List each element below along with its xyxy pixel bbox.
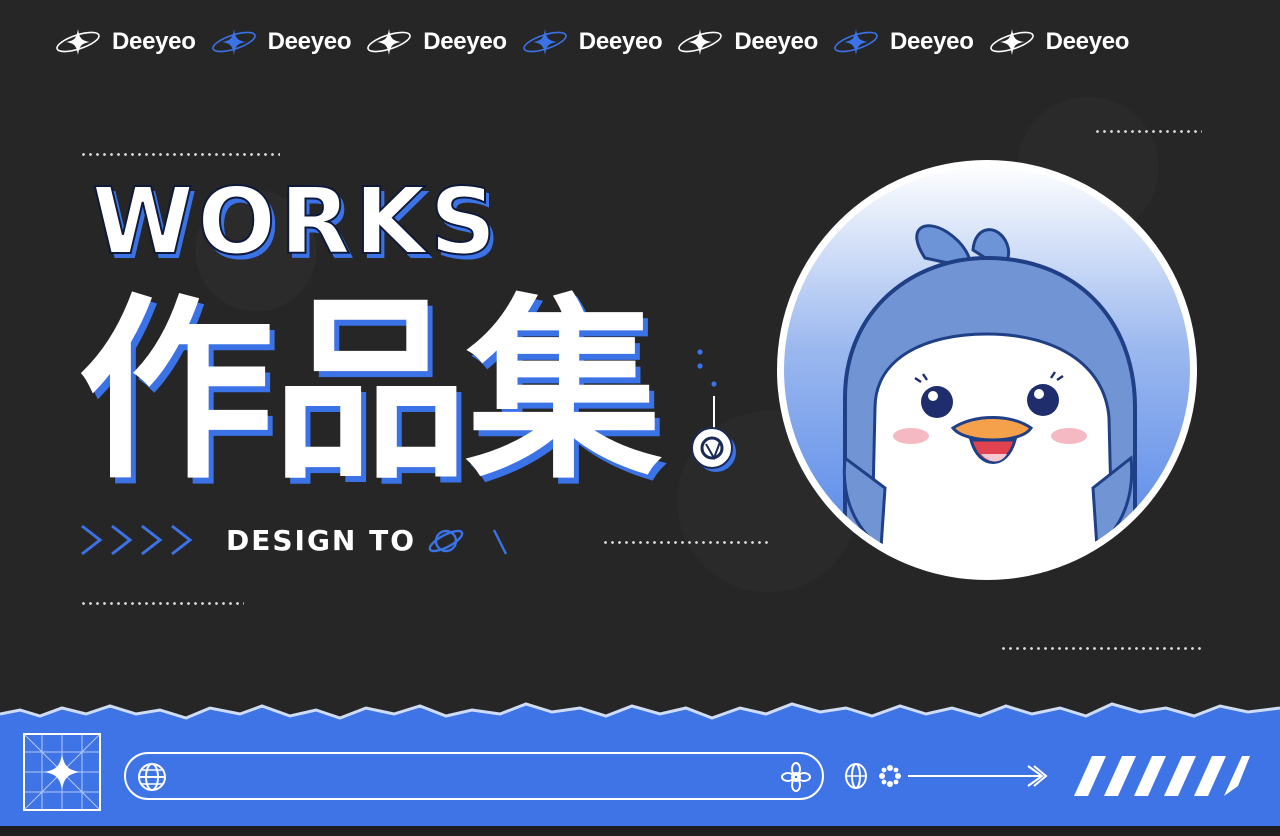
title-works: WORKS	[91, 168, 501, 275]
brand-label: Deeyeo	[889, 28, 974, 55]
brand-label: Deeyeo	[578, 28, 663, 55]
dotted-line-bottom-left	[80, 602, 244, 605]
globe-icon	[138, 763, 166, 791]
brand-label: Deeyeo	[267, 28, 352, 55]
sparkle-orbit-icon	[989, 29, 1034, 55]
brand-label: Deeyeo	[112, 28, 196, 55]
grid-sparkle-icon	[23, 733, 101, 811]
brand-label: Deeyeo	[423, 28, 507, 55]
dotted-line-bottom-right	[1000, 647, 1202, 650]
sparkle-orbit-icon	[834, 29, 878, 55]
chevron-arrows-icon	[80, 522, 200, 558]
title-chinese: 作品集	[78, 278, 662, 506]
dotted-line-top-left	[80, 153, 280, 156]
search-bar[interactable]	[124, 752, 824, 800]
brand-item: Deeyeo	[988, 27, 1130, 57]
brand-label: Deeyeo	[1045, 28, 1130, 55]
brand-item: Deeyeo	[210, 27, 352, 57]
snowflake-icon	[879, 765, 901, 787]
dotted-line-top-right	[1094, 130, 1202, 133]
brand-item: Deeyeo	[365, 27, 507, 57]
brand-strip: Deeyeo Deeyeo Deeyeo Deeyeo Deeyeo Deeyeo Deey…	[54, 22, 1234, 62]
globe-lines-icon	[845, 763, 867, 789]
sparkle-orbit-icon	[522, 29, 567, 55]
brand-item: Deeyeo	[521, 27, 663, 57]
sparkle-orbit-icon	[678, 29, 723, 55]
sparkle-orbit-icon	[56, 29, 100, 55]
flower-icon[interactable]	[780, 761, 812, 793]
planet-icon	[428, 529, 508, 555]
brand-item: Deeyeo	[54, 27, 196, 57]
brand-item: Deeyeo	[832, 27, 974, 57]
sparkle-orbit-icon	[211, 29, 256, 55]
tagline: DESIGN TO	[226, 524, 417, 557]
diagonal-stripes-icon	[1074, 756, 1250, 796]
sparkle-orbit-icon	[367, 29, 412, 55]
brand-item: Deeyeo	[676, 27, 818, 57]
arrow-right-icon	[908, 765, 1048, 787]
search-input[interactable]	[178, 762, 752, 792]
scroll-down-icon	[691, 349, 736, 472]
avatar	[775, 158, 1199, 582]
penguin-mascot	[777, 160, 1197, 580]
dotted-line-mid	[602, 541, 768, 544]
brand-label: Deeyeo	[734, 28, 818, 55]
